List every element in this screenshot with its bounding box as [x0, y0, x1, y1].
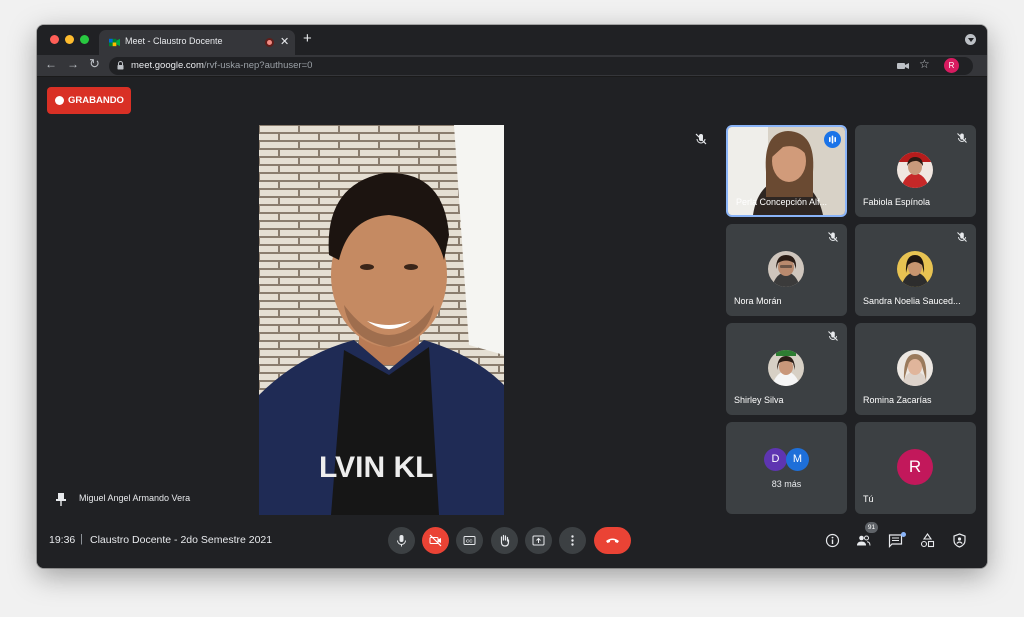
meeting-title[interactable]: Claustro Docente - 2do Semestre 2021 [90, 534, 272, 546]
browser-window: Meet - Claustro Docente - ✕ + ← → ↻ meet… [37, 25, 987, 568]
meet-favicon-icon [109, 38, 120, 47]
minimize-window-button[interactable] [65, 35, 74, 44]
avatar [768, 251, 804, 287]
avatar [897, 251, 933, 287]
back-button[interactable]: ← [45, 58, 57, 70]
divider: | [80, 533, 83, 545]
url-path: /rvf-uska-nep?authuser=0 [203, 60, 313, 71]
captions-icon: CC [463, 536, 476, 545]
tab-strip: Meet - Claustro Docente - ✕ + [37, 25, 987, 55]
participants-count-badge: 91 [865, 522, 878, 533]
more-participants-label: 83 más [771, 479, 802, 489]
new-tab-button[interactable]: + [303, 31, 312, 46]
camera-icon[interactable] [897, 61, 909, 71]
tab-recording-icon [265, 38, 274, 47]
mic-icon [397, 535, 406, 547]
people-icon[interactable] [856, 533, 871, 548]
participant-tile[interactable]: Romina Zacarías [855, 323, 976, 415]
meet-stage: GRABANDO LVIN KL Miguel Angel Armando Ve… [37, 78, 987, 568]
present-button[interactable] [525, 527, 552, 554]
captions-button[interactable]: CC [456, 527, 483, 554]
maximize-window-button[interactable] [80, 35, 89, 44]
address-bar[interactable]: meet.google.com/rvf-uska-nep?authuser=0 … [109, 57, 973, 75]
participant-tile[interactable]: Shirley Silva [726, 323, 847, 415]
avatar [897, 152, 933, 188]
profile-avatar[interactable]: R [944, 58, 959, 73]
avatar: M [786, 448, 809, 471]
participant-name: Nora Morán [734, 296, 782, 306]
meeting-time: 19:36 [49, 534, 76, 546]
chat-notification-dot [901, 532, 906, 537]
bookmark-star-icon[interactable]: ☆ [919, 58, 930, 70]
participant-name: Perla Concepción Alf... [736, 197, 828, 207]
tab-search-icon[interactable] [965, 34, 976, 45]
avatar: R [897, 449, 933, 485]
tab-meet[interactable]: Meet - Claustro Docente - ✕ [99, 30, 295, 55]
more-participants-tile[interactable]: D M 83 más [726, 422, 847, 514]
camera-off-icon [429, 534, 442, 547]
participant-name: Shirley Silva [734, 395, 784, 405]
main-speaker-video[interactable]: LVIN KL [259, 125, 504, 515]
hangup-icon [606, 538, 619, 543]
host-controls-icon[interactable] [952, 533, 967, 548]
more-options-button[interactable] [559, 527, 586, 554]
leave-call-button[interactable] [594, 527, 631, 554]
avatar: D [764, 448, 787, 471]
participant-tile[interactable]: Perla Concepción Alf... [726, 125, 847, 217]
pin-icon[interactable] [55, 492, 67, 506]
participant-tile[interactable]: Fabiola Espínola [855, 125, 976, 217]
svg-text:CC: CC [466, 539, 473, 544]
present-icon [532, 535, 545, 546]
mic-button[interactable] [388, 527, 415, 554]
avatar [897, 350, 933, 386]
mic-off-icon [957, 232, 967, 242]
url-host: meet.google.com [131, 60, 204, 71]
participant-name: Sandra Noelia Sauced... [863, 296, 961, 306]
browser-toolbar: ← → ↻ meet.google.com/rvf-uska-nep?authu… [37, 55, 987, 77]
recording-dot-icon [55, 96, 64, 105]
mic-off-icon [957, 133, 967, 143]
self-tile[interactable]: R Tú [855, 422, 976, 514]
more-options-icon [571, 535, 574, 546]
tab-close-button[interactable]: ✕ [280, 35, 289, 48]
recording-label: GRABANDO [68, 95, 124, 106]
avatar [768, 350, 804, 386]
reload-button[interactable]: ↻ [89, 57, 100, 70]
mic-off-icon [828, 331, 838, 341]
participant-tile[interactable]: Nora Morán [726, 224, 847, 316]
participant-tile[interactable]: Sandra Noelia Sauced... [855, 224, 976, 316]
raise-hand-button[interactable] [491, 527, 518, 554]
participant-name: Fabiola Espínola [863, 197, 931, 207]
close-window-button[interactable] [50, 35, 59, 44]
participant-name: Romina Zacarías [863, 395, 932, 405]
forward-button[interactable]: → [67, 58, 79, 70]
mic-off-icon [828, 232, 838, 242]
camera-button[interactable] [422, 527, 449, 554]
tab-title: Meet - Claustro Docente - [125, 36, 225, 46]
url-text: meet.google.com/rvf-uska-nep?authuser=0 [131, 60, 312, 71]
speaking-indicator-icon [824, 131, 841, 148]
raise-hand-icon [500, 534, 510, 547]
participant-name: Tú [863, 494, 874, 504]
recording-badge[interactable]: GRABANDO [47, 87, 131, 114]
main-mic-off-icon [695, 133, 707, 145]
lock-icon [117, 61, 124, 70]
main-speaker-image: LVIN KL [259, 125, 504, 515]
shirt-text: LVIN KL [319, 451, 433, 484]
activities-icon[interactable] [920, 533, 935, 548]
main-speaker-name: Miguel Angel Armando Vera [79, 493, 191, 503]
info-icon[interactable] [825, 533, 840, 548]
